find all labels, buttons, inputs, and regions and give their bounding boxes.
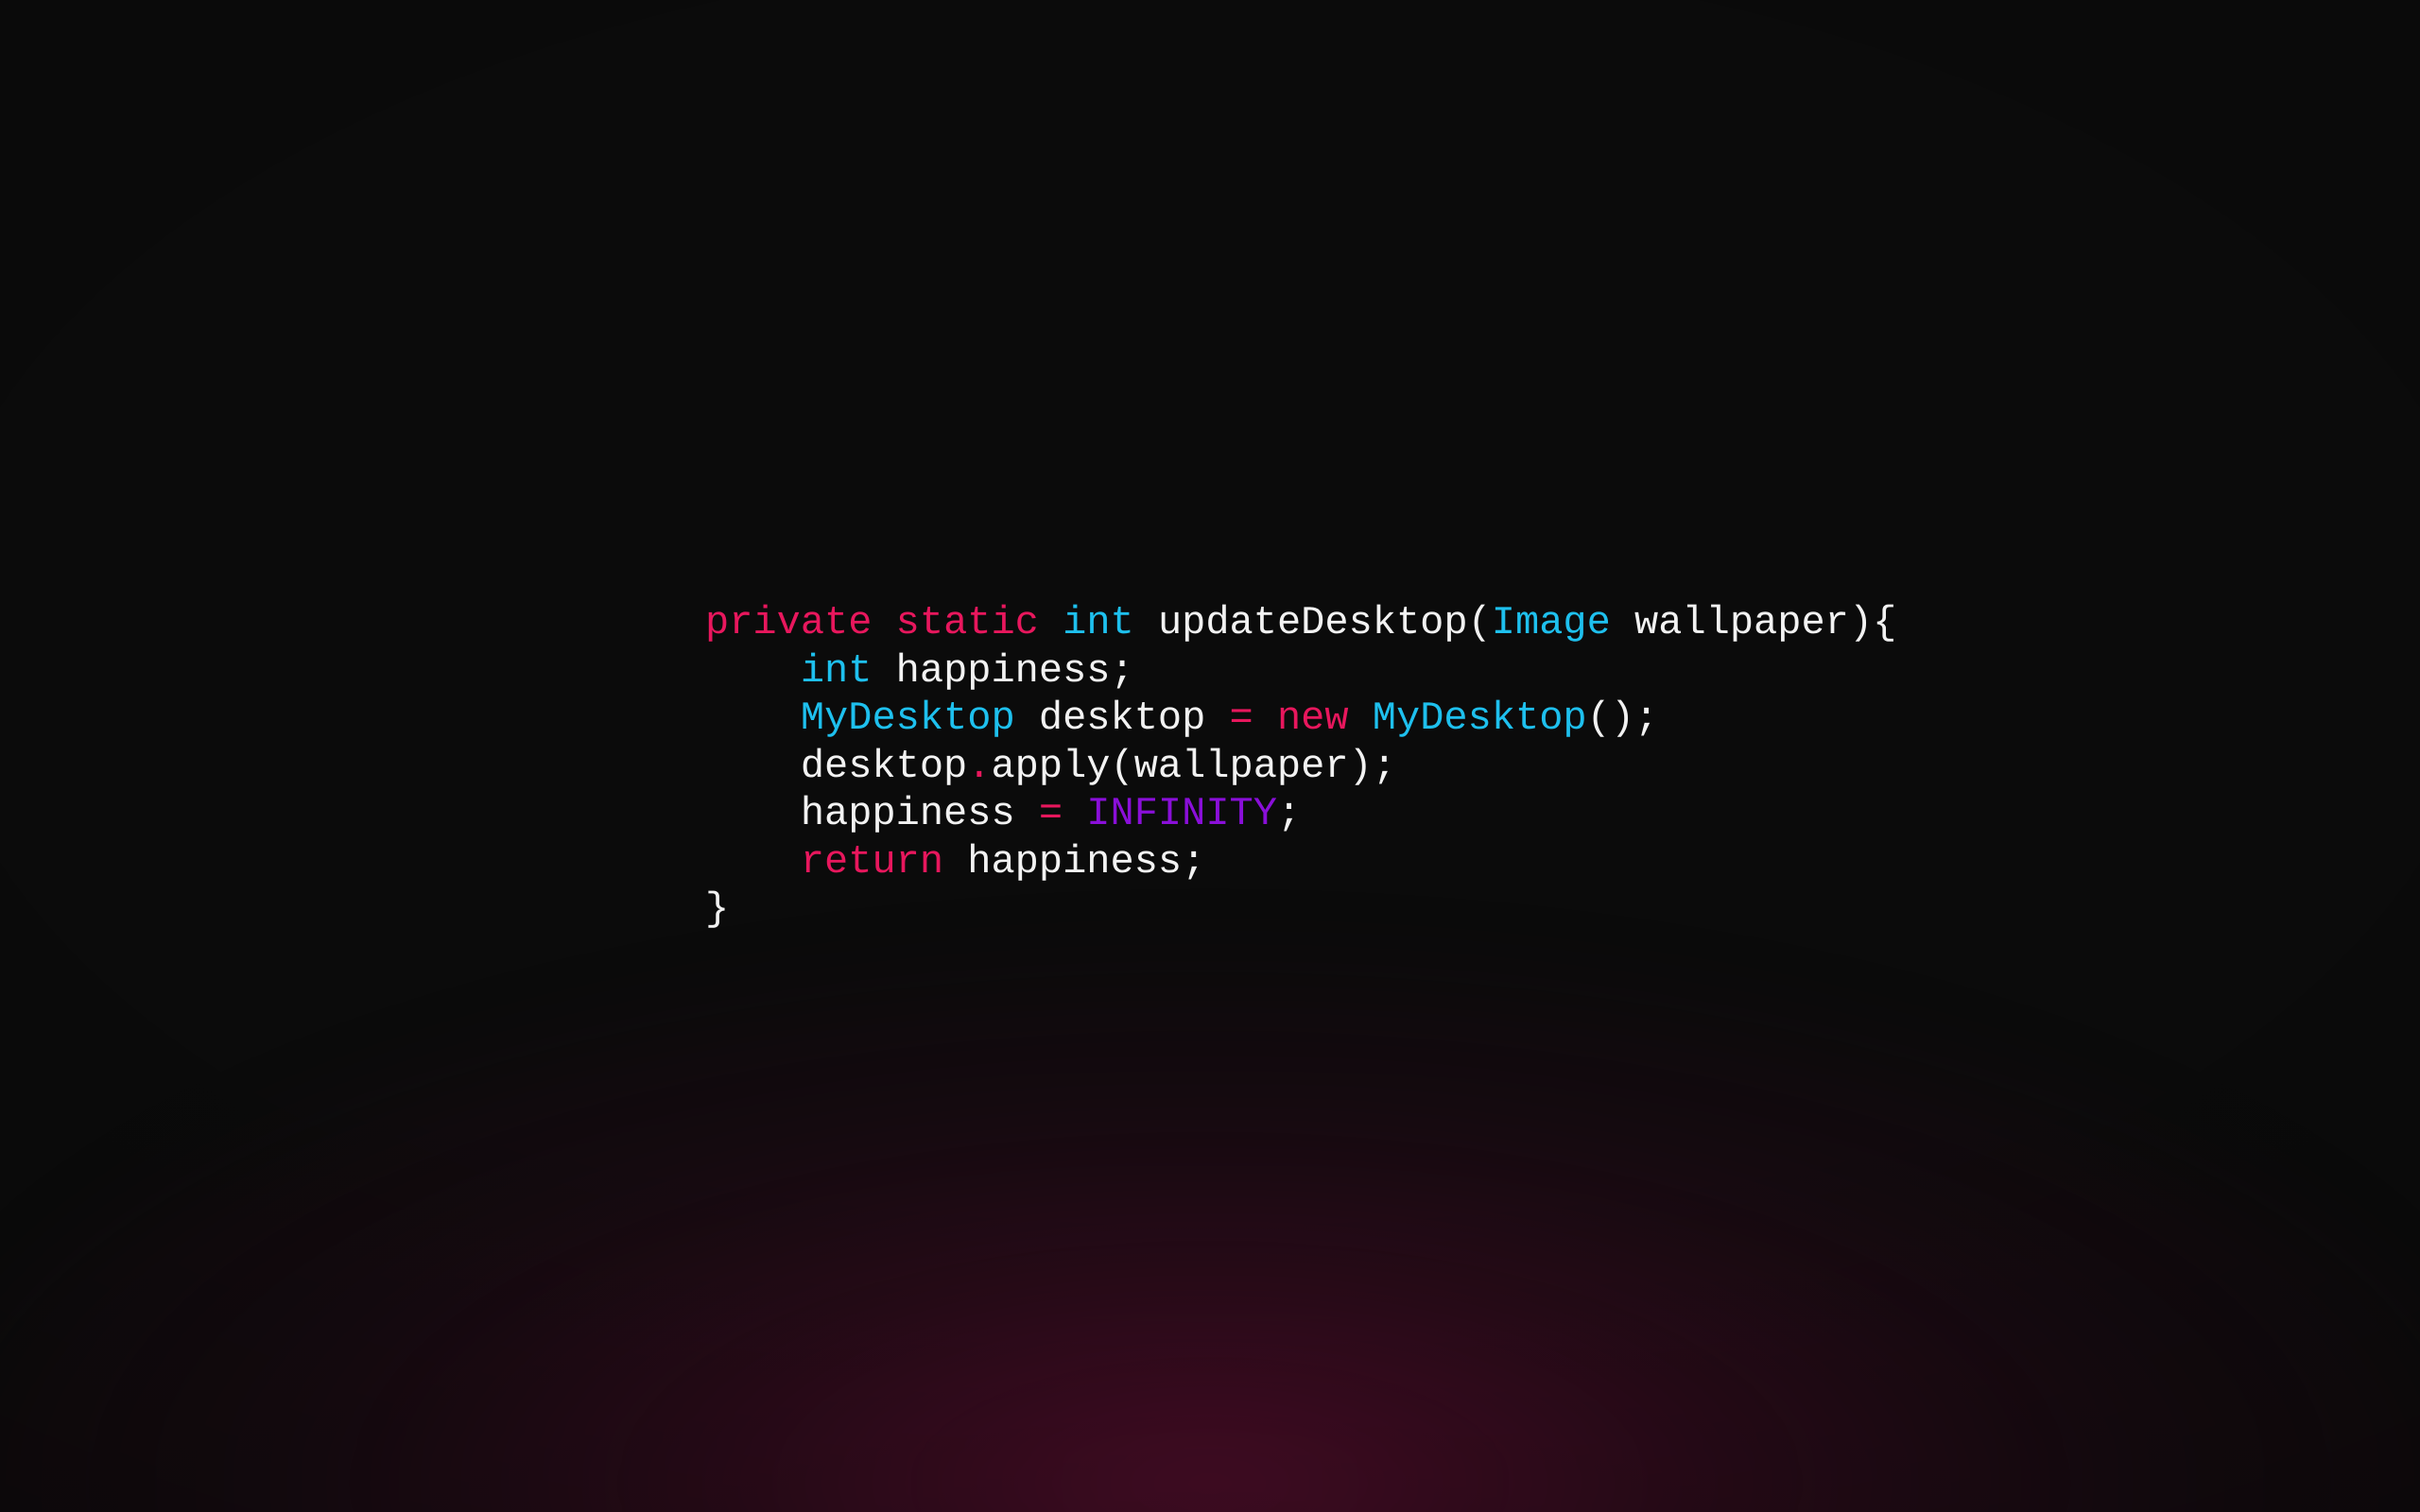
code-line: MyDesktop desktop = new MyDesktop(); (705, 695, 1896, 743)
code-token-plain: happiness (705, 791, 1039, 836)
bottom-glow-decoration (0, 964, 2420, 1512)
code-token-type: Image (1491, 600, 1611, 645)
code-token-plain: updateDesktop( (1133, 600, 1492, 645)
code-token-kw: private (705, 600, 873, 645)
code-snippet: private static int updateDesktop(Image w… (705, 599, 1896, 934)
code-token-plain: apply(wallpaper); (991, 743, 1396, 789)
code-token-plain: desktop (705, 743, 968, 789)
code-token-type: MyDesktop (1372, 696, 1587, 741)
code-token-kw: = (1229, 696, 1253, 741)
code-token-const: INFINITY (1086, 791, 1277, 836)
code-token-kw: new (1276, 696, 1349, 741)
code-token-type: int (1063, 600, 1134, 645)
code-line: int happiness; (705, 647, 1896, 696)
code-token-kw: static (895, 600, 1039, 645)
code-line: return happiness; (705, 838, 1896, 886)
code-token-plain: desktop (1014, 696, 1230, 741)
code-token-kw: = (1038, 791, 1063, 836)
code-token-plain: happiness; (872, 647, 1134, 694)
code-token-plain: happiness; (943, 838, 1206, 885)
code-line: private static int updateDesktop(Image w… (705, 599, 1896, 647)
code-token-type: MyDesktop (800, 696, 1015, 741)
desktop-wallpaper: private static int updateDesktop(Image w… (0, 0, 2420, 1512)
code-line: } (705, 885, 1896, 934)
code-line: happiness = INFINITY; (705, 790, 1896, 838)
code-token-plain: } (705, 886, 730, 932)
code-token-type: int (800, 647, 873, 694)
code-token-plain: (); (1586, 696, 1659, 741)
code-token-plain: ; (1276, 791, 1302, 836)
code-token-kw: return (800, 838, 944, 885)
code-token-kw: . (967, 743, 992, 789)
code-line: desktop.apply(wallpaper); (705, 743, 1896, 791)
code-token-plain: wallpaper){ (1610, 600, 1897, 645)
